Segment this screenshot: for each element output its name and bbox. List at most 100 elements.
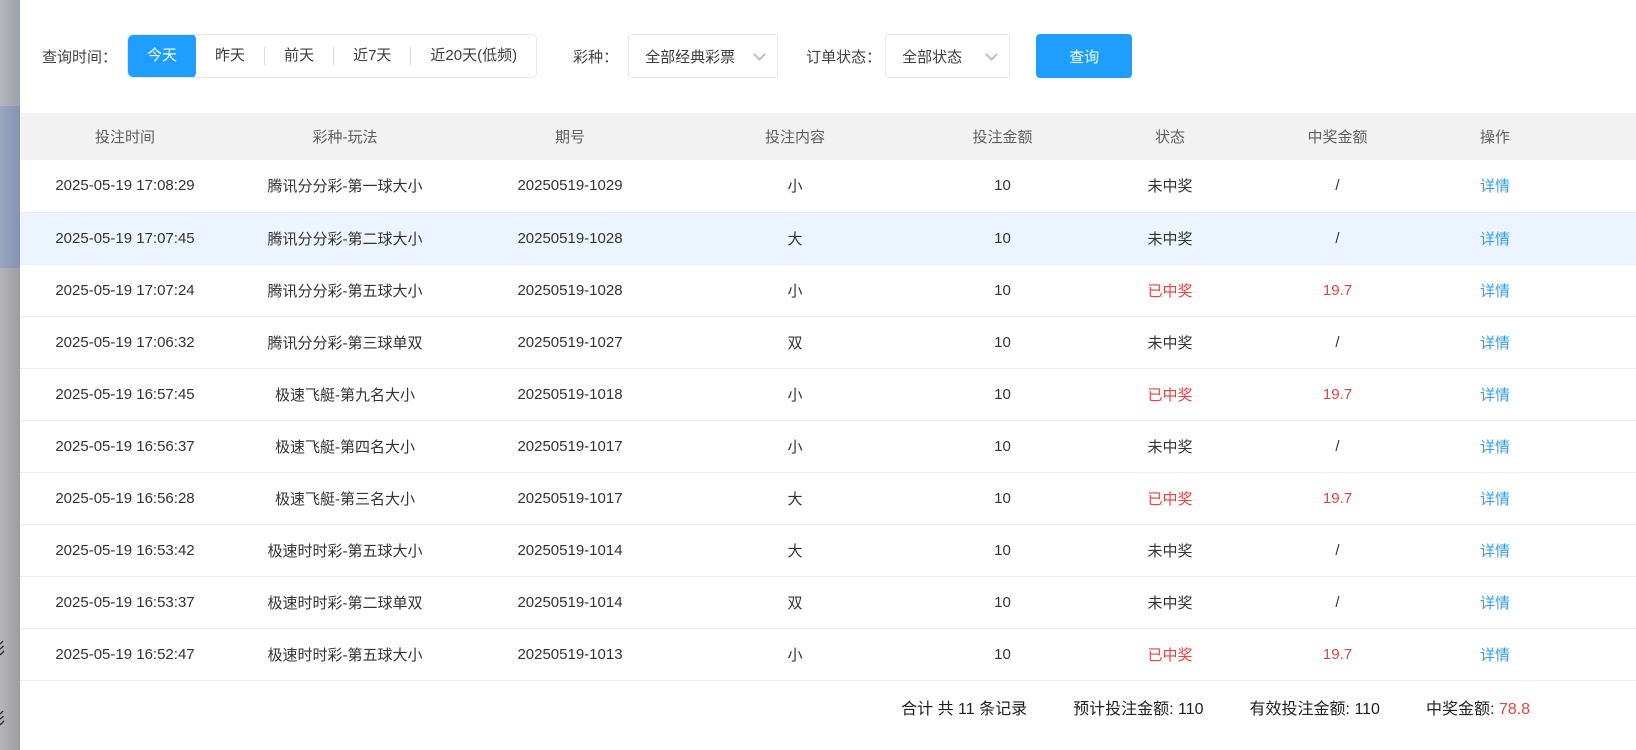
action-cell: 详情 bbox=[1430, 160, 1636, 212]
col-status: 状态 bbox=[1095, 113, 1245, 160]
bet-amount-cell: 10 bbox=[910, 524, 1095, 576]
time-option-3[interactable]: 近7天 bbox=[334, 34, 410, 78]
filter-bar: 查询时间： 今天昨天前天近7天近20天(低频) 彩种： 全部经典彩票 订单状态：… bbox=[42, 34, 1636, 78]
action-cell: 详情 bbox=[1430, 472, 1636, 524]
col-bet-time: 投注时间 bbox=[20, 113, 230, 160]
bet-content-cell: 大 bbox=[680, 524, 910, 576]
bet-amount-cell: 10 bbox=[910, 420, 1095, 472]
valid-bet-total: 有效投注金额: 110 bbox=[1250, 695, 1380, 719]
bet-content-cell: 小 bbox=[680, 160, 910, 212]
detail-link[interactable]: 详情 bbox=[1480, 178, 1510, 195]
bet-time-cell: 2025-05-19 17:07:24 bbox=[20, 264, 230, 316]
sidebar-item-fragment: 彩 bbox=[0, 639, 20, 661]
prize-cell: / bbox=[1245, 316, 1430, 368]
table-row: 2025-05-19 16:56:37极速飞艇-第四名大小20250519-10… bbox=[20, 420, 1636, 472]
detail-link[interactable]: 详情 bbox=[1480, 491, 1510, 508]
time-option-0[interactable]: 今天 bbox=[128, 34, 196, 78]
action-cell: 详情 bbox=[1430, 576, 1636, 628]
issue-cell: 20250519-1013 bbox=[460, 628, 680, 680]
order-status-label: 订单状态： bbox=[806, 46, 881, 67]
detail-link[interactable]: 详情 bbox=[1480, 647, 1510, 664]
chevron-down-icon bbox=[753, 48, 766, 61]
table-row: 2025-05-19 17:06:32腾讯分分彩-第三球单双20250519-1… bbox=[20, 316, 1636, 368]
bet-amount-cell: 10 bbox=[910, 472, 1095, 524]
table-header: 投注时间 彩种-玩法 期号 投注内容 投注金额 状态 中奖金额 操作 bbox=[20, 113, 1636, 160]
bet-time-cell: 2025-05-19 16:52:47 bbox=[20, 628, 230, 680]
col-bet-amount: 投注金额 bbox=[910, 113, 1095, 160]
prize-cell: 19.7 bbox=[1245, 628, 1430, 680]
sidebar-sliver: 彩 彩 bbox=[0, 0, 20, 750]
bet-time-cell: 2025-05-19 16:56:28 bbox=[20, 472, 230, 524]
game-play-cell: 腾讯分分彩-第五球大小 bbox=[230, 264, 460, 316]
sidebar-sliver-active-item bbox=[0, 106, 20, 268]
action-cell: 详情 bbox=[1430, 420, 1636, 472]
bet-amount-cell: 10 bbox=[910, 316, 1095, 368]
issue-cell: 20250519-1017 bbox=[460, 420, 680, 472]
bet-content-cell: 双 bbox=[680, 576, 910, 628]
expected-bet-label: 预计投注金额: bbox=[1073, 701, 1173, 718]
bet-amount-cell: 10 bbox=[910, 160, 1095, 212]
detail-link[interactable]: 详情 bbox=[1480, 387, 1510, 404]
game-play-cell: 极速时时彩-第二球单双 bbox=[230, 576, 460, 628]
col-bet-content: 投注内容 bbox=[680, 113, 910, 160]
time-filter-group: 今天昨天前天近7天近20天(低频) bbox=[127, 34, 537, 78]
chevron-down-icon bbox=[985, 48, 998, 61]
bet-time-cell: 2025-05-19 16:57:45 bbox=[20, 368, 230, 420]
detail-link[interactable]: 详情 bbox=[1480, 283, 1510, 300]
prize-cell: / bbox=[1245, 212, 1430, 264]
issue-cell: 20250519-1017 bbox=[460, 472, 680, 524]
table-row: 2025-05-19 16:53:37极速时时彩-第二球单双20250519-1… bbox=[20, 576, 1636, 628]
bet-amount-cell: 10 bbox=[910, 368, 1095, 420]
game-play-cell: 腾讯分分彩-第一球大小 bbox=[230, 160, 460, 212]
lottery-type-select[interactable]: 全部经典彩票 bbox=[628, 34, 778, 78]
status-cell: 已中奖 bbox=[1095, 628, 1245, 680]
status-cell: 未中奖 bbox=[1095, 316, 1245, 368]
bet-amount-cell: 10 bbox=[910, 628, 1095, 680]
status-cell: 已中奖 bbox=[1095, 264, 1245, 316]
issue-cell: 20250519-1028 bbox=[460, 212, 680, 264]
status-cell: 未中奖 bbox=[1095, 212, 1245, 264]
sidebar-item-fragment: 彩 bbox=[0, 709, 20, 731]
detail-link[interactable]: 详情 bbox=[1480, 231, 1510, 248]
issue-cell: 20250519-1014 bbox=[460, 576, 680, 628]
time-option-1[interactable]: 昨天 bbox=[196, 34, 264, 78]
lottery-type-label: 彩种： bbox=[573, 46, 618, 67]
order-status-value: 全部状态 bbox=[902, 46, 962, 67]
time-option-2[interactable]: 前天 bbox=[265, 34, 333, 78]
detail-link[interactable]: 详情 bbox=[1480, 335, 1510, 352]
col-prize-amount: 中奖金额 bbox=[1245, 113, 1430, 160]
action-cell: 详情 bbox=[1430, 368, 1636, 420]
bet-time-cell: 2025-05-19 16:53:42 bbox=[20, 524, 230, 576]
game-play-cell: 极速时时彩-第五球大小 bbox=[230, 524, 460, 576]
prize-cell: 19.7 bbox=[1245, 472, 1430, 524]
bet-content-cell: 小 bbox=[680, 368, 910, 420]
order-status-select[interactable]: 全部状态 bbox=[885, 34, 1010, 78]
bet-time-cell: 2025-05-19 17:06:32 bbox=[20, 316, 230, 368]
issue-cell: 20250519-1028 bbox=[460, 264, 680, 316]
time-option-4[interactable]: 近20天(低频) bbox=[411, 34, 536, 78]
prize-total-label: 中奖金额: bbox=[1426, 701, 1494, 718]
prize-cell: / bbox=[1245, 160, 1430, 212]
detail-link[interactable]: 详情 bbox=[1480, 439, 1510, 456]
col-game-play: 彩种-玩法 bbox=[230, 113, 460, 160]
bet-content-cell: 双 bbox=[680, 316, 910, 368]
status-cell: 未中奖 bbox=[1095, 160, 1245, 212]
bet-content-cell: 小 bbox=[680, 264, 910, 316]
valid-bet-value: 110 bbox=[1354, 701, 1380, 718]
detail-link[interactable]: 详情 bbox=[1480, 595, 1510, 612]
issue-cell: 20250519-1029 bbox=[460, 160, 680, 212]
bet-content-cell: 小 bbox=[680, 628, 910, 680]
summary-footer: 合计 共 11 条记录 预计投注金额: 110 有效投注金额: 110 中奖金额… bbox=[20, 681, 1636, 733]
game-play-cell: 极速飞艇-第三名大小 bbox=[230, 472, 460, 524]
action-cell: 详情 bbox=[1430, 524, 1636, 576]
bet-amount-cell: 10 bbox=[910, 576, 1095, 628]
status-cell: 未中奖 bbox=[1095, 420, 1245, 472]
bet-amount-cell: 10 bbox=[910, 264, 1095, 316]
table-row: 2025-05-19 17:07:24腾讯分分彩-第五球大小20250519-1… bbox=[20, 264, 1636, 316]
action-cell: 详情 bbox=[1430, 316, 1636, 368]
bet-content-cell: 大 bbox=[680, 212, 910, 264]
col-action: 操作 bbox=[1430, 113, 1636, 160]
search-button[interactable]: 查询 bbox=[1036, 34, 1132, 78]
total-records: 合计 共 11 条记录 bbox=[901, 695, 1027, 719]
detail-link[interactable]: 详情 bbox=[1480, 543, 1510, 560]
